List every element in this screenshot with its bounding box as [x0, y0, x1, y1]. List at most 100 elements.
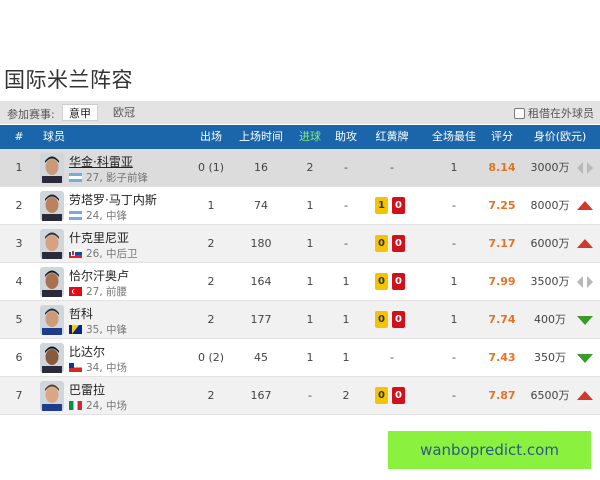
player-rating: 7.87 [488, 389, 516, 402]
assists: 1 [342, 351, 350, 364]
table-row[interactable]: 2 劳塔罗·马丁内斯 24, 中锋 1 74 1-1 0-7.25 8000万 [0, 187, 600, 225]
value-trend-flat-icon [576, 162, 594, 174]
player-meta: 26, 中后卫 [69, 246, 138, 261]
row-number: 1 [15, 161, 23, 174]
competition-filter-bar: 参加赛事: 意甲 欧冠 租借在外球员 [0, 101, 600, 124]
tab-champions-league[interactable]: 欧冠 [107, 104, 141, 121]
minutes-played: 167 [250, 389, 272, 402]
player-name-link[interactable]: 比达尔 [69, 343, 105, 360]
player-name-link[interactable]: 华金·科雷亚 [69, 153, 133, 170]
player-name-link[interactable]: 什克里尼亚 [69, 229, 129, 246]
player-avatar[interactable] [40, 153, 64, 183]
header-appearances[interactable]: 出场 [193, 125, 229, 149]
yellow-card-count: 0 [375, 311, 388, 328]
goals: 1 [306, 275, 314, 288]
player-name-link[interactable]: 劳塔罗·马丁内斯 [69, 191, 157, 208]
player-rating: 7.99 [488, 275, 516, 288]
red-card-count: 0 [392, 311, 405, 328]
header-number: # [14, 130, 24, 143]
player-avatar[interactable] [40, 343, 64, 373]
table-row[interactable]: 3 什克里尼亚 26, 中后卫 2 180 1 - 0 0 - 7.17 6000万 [0, 225, 600, 263]
player-age-position: 27, 前腰 [86, 286, 128, 298]
table-row[interactable]: 1 华金·科雷亚 27, 影子前锋 0 (1) 16 2 - - 1 8.14 3000万 [0, 149, 600, 187]
table-row[interactable]: 7 巴雷拉 24, 中场 2 167 - 2 0 0 - 7.87 6500万 [0, 377, 600, 415]
row-number: 7 [15, 389, 23, 402]
man-of-the-match-count: 1 [450, 275, 458, 288]
market-value: 6000万 [530, 237, 570, 250]
row-number: 3 [15, 237, 23, 250]
player-rating: 7.17 [488, 237, 516, 250]
header-market-value[interactable]: 身价(欧元) [525, 125, 595, 149]
assists: 1 [342, 313, 350, 326]
yellow-card-count: 1 [375, 197, 388, 214]
header-assists[interactable]: 助攻 [330, 125, 362, 149]
man-of-the-match-count: 1 [450, 161, 458, 174]
minutes-played: 180 [250, 237, 272, 250]
goals: 2 [306, 161, 314, 174]
value-trend-flat-icon [576, 276, 594, 288]
player-rating: 7.74 [488, 313, 516, 326]
player-meta: 24, 中锋 [69, 208, 127, 223]
assists: 2 [342, 389, 350, 402]
market-value: 350万 [534, 351, 566, 364]
man-of-the-match-count: 1 [450, 313, 458, 326]
yellow-card-count: 0 [375, 273, 388, 290]
player-age-position: 34, 中场 [86, 362, 128, 374]
player-meta: 24, 中场 [69, 398, 127, 413]
appearances: 0 (1) [197, 161, 225, 174]
market-value: 6500万 [530, 389, 570, 402]
market-value: 3500万 [530, 275, 570, 288]
header-cards[interactable]: 红黄牌 [371, 125, 413, 149]
table-row[interactable]: 6 比达尔 34, 中场 0 (2) 45 1 1 - - 7.43 350万 [0, 339, 600, 377]
yellow-card-count: 0 [375, 235, 388, 252]
row-number: 2 [15, 199, 23, 212]
minutes-played: 16 [254, 161, 268, 174]
player-avatar[interactable] [40, 267, 64, 297]
appearances: 2 [207, 275, 215, 288]
table-row[interactable]: 5 哲科 35, 中锋 2 177 1 1 0 0 1 7.74 400万 [0, 301, 600, 339]
tab-serie-a[interactable]: 意甲 [62, 104, 98, 121]
red-card-count: 0 [392, 273, 405, 290]
assists: - [344, 237, 348, 250]
player-name-link[interactable]: 恰尔汗奥卢 [69, 267, 129, 284]
appearances: 1 [207, 199, 215, 212]
argentina-flag-icon [69, 211, 82, 220]
loaned-out-label: 租借在外球员 [528, 107, 594, 120]
yellow-card-count: 0 [375, 387, 388, 404]
market-value: 3000万 [530, 161, 570, 174]
assists: 1 [342, 275, 350, 288]
cards-empty: - [390, 161, 394, 174]
argentina-flag-icon [69, 173, 82, 182]
minutes-played: 164 [250, 275, 272, 288]
card-counts: 00 [375, 273, 405, 290]
red-card-count: 0 [392, 235, 405, 252]
loaned-out-toggle[interactable]: 租借在外球员 [514, 105, 594, 121]
player-avatar[interactable] [40, 229, 64, 259]
goals: 1 [306, 199, 314, 212]
squad-table-header: # 球员 出场 上场时间 进球 助攻 红黄牌 全场最佳 评分 身价(欧元) [0, 125, 600, 149]
player-name-link[interactable]: 巴雷拉 [69, 381, 105, 398]
table-row[interactable]: 4 恰尔汗奥卢 27, 前腰 2 164 1 1 0 0 1 7.99 3500万 [0, 263, 600, 301]
row-number: 6 [15, 351, 23, 364]
player-meta: 27, 前腰 [69, 284, 127, 299]
player-age-position: 27, 影子前锋 [86, 172, 149, 184]
value-trend-up-icon [576, 390, 594, 402]
loaned-out-checkbox[interactable] [514, 107, 525, 119]
header-goals[interactable]: 进球 [295, 125, 325, 149]
header-rating[interactable]: 评分 [487, 125, 517, 149]
player-avatar[interactable] [40, 381, 64, 411]
competition-filter-label: 参加赛事: [7, 108, 55, 121]
player-avatar[interactable] [40, 191, 64, 221]
header-minutes[interactable]: 上场时间 [234, 125, 288, 149]
appearances: 2 [207, 313, 215, 326]
minutes-played: 45 [254, 351, 268, 364]
assists: - [344, 161, 348, 174]
slovakia-flag-icon [69, 249, 82, 258]
player-rating: 7.25 [488, 199, 516, 212]
player-rating: 7.43 [488, 351, 516, 364]
header-man-of-the-match[interactable]: 全场最佳 [427, 125, 481, 149]
player-name-link[interactable]: 哲科 [69, 305, 93, 322]
header-player[interactable]: 球员 [40, 125, 68, 149]
player-age-position: 24, 中锋 [86, 210, 128, 222]
player-avatar[interactable] [40, 305, 64, 335]
